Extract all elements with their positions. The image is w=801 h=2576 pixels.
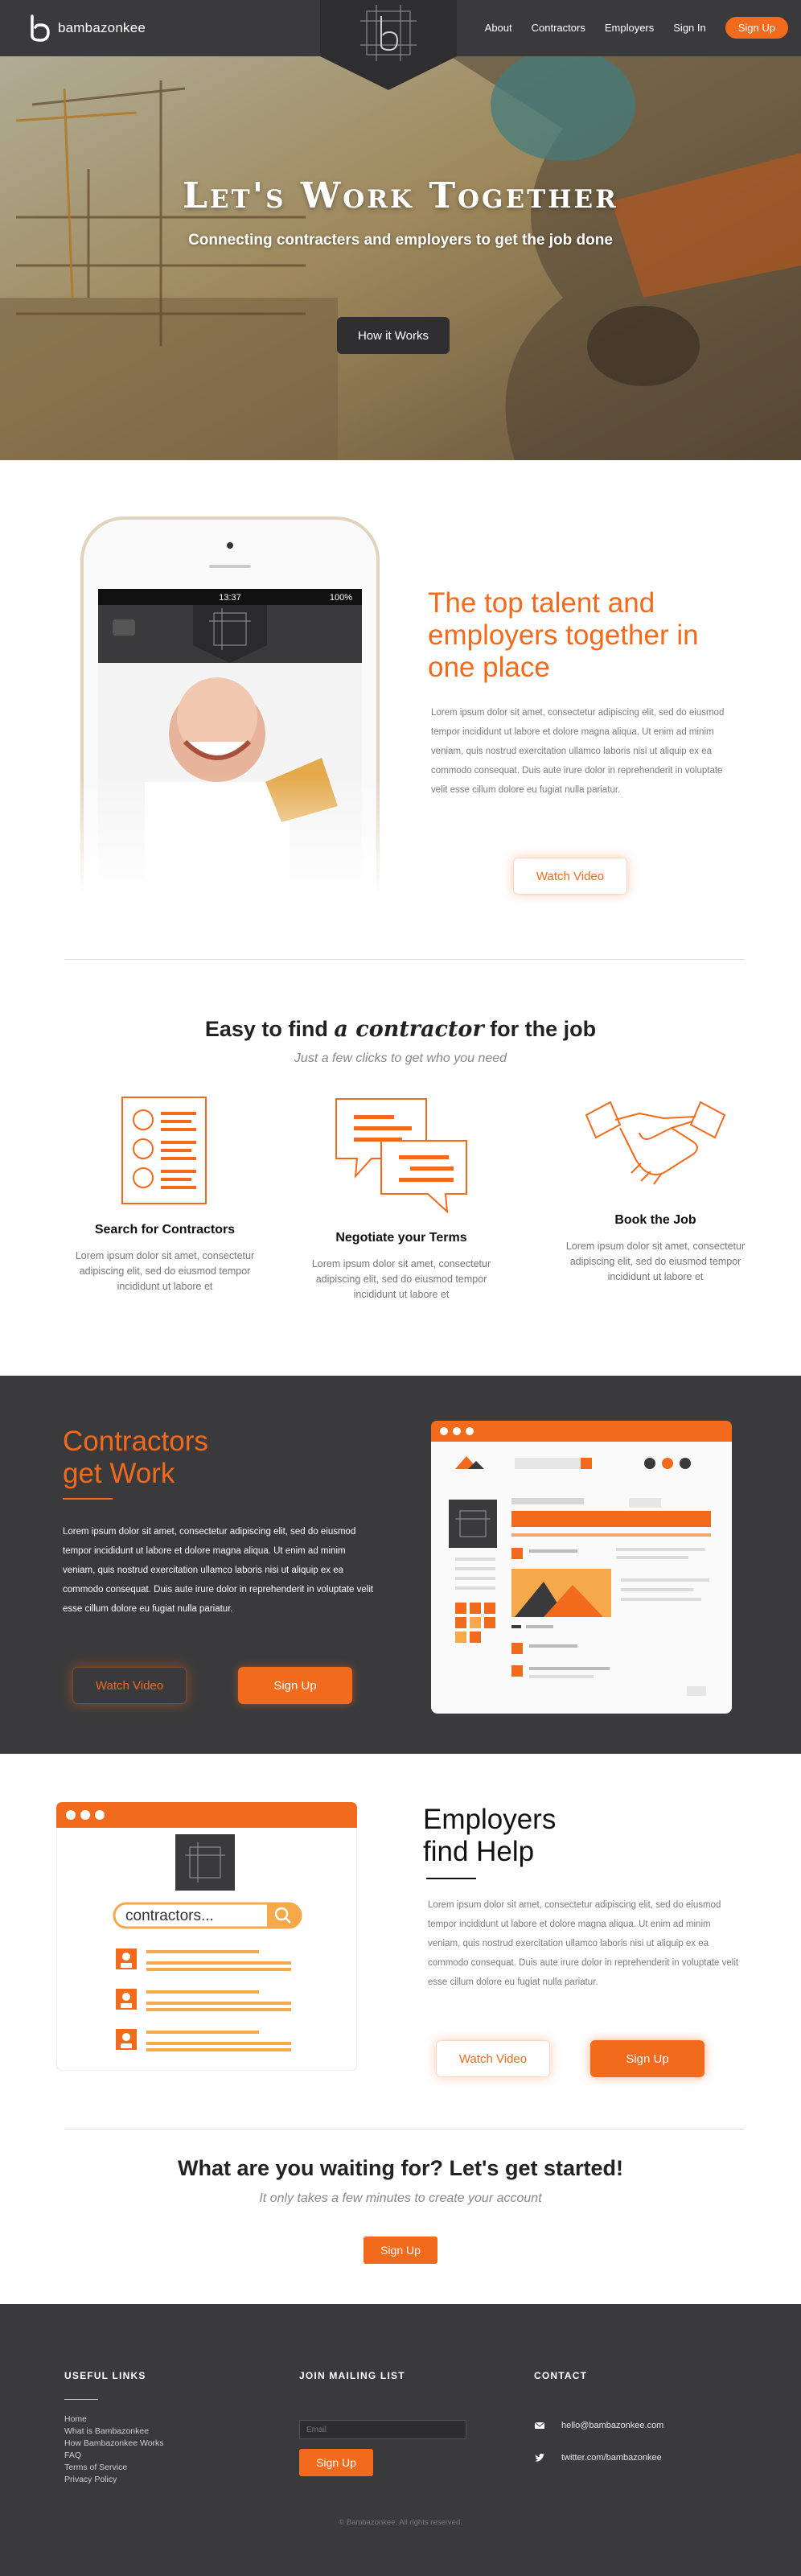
employers-title: Employers find Help — [423, 1804, 557, 1867]
feature-book-body: Lorem ipsum dolor sit amet, consectetur … — [565, 1241, 746, 1282]
contractors-title-underline — [63, 1498, 113, 1500]
section-divider — [64, 2129, 745, 2130]
hero-title: Let's Work Together — [183, 175, 618, 216]
footer-link-faq[interactable]: FAQ — [64, 2450, 164, 2462]
svg-text:contractors...: contractors... — [125, 1907, 214, 1924]
envelope-icon — [534, 2420, 545, 2431]
contractors-watch-video-button[interactable]: Watch Video — [72, 1667, 187, 1704]
top-nav: bambazonkee About Contractors Employers … — [0, 0, 801, 90]
phone-mockup-image: 13:37 100% — [80, 516, 380, 896]
dashboard-illustration — [431, 1421, 732, 1714]
cta-subtitle: It only takes a few minutes to create yo… — [259, 2191, 542, 2205]
mailing-email-input[interactable] — [299, 2420, 466, 2439]
contractors-title: Contractors get Work — [63, 1426, 208, 1489]
svg-text:100%: 100% — [330, 593, 352, 603]
employers-signup-button[interactable]: Sign Up — [590, 2040, 704, 2077]
logo-b-icon — [31, 14, 50, 42]
useful-links-underline — [64, 2399, 98, 2400]
employers-body: Lorem ipsum dolor sit amet, consectetur … — [428, 1900, 739, 1987]
top-talent-body: Lorem ipsum dolor sit amet, consectetur … — [431, 708, 725, 795]
blueprint-badge-icon — [320, 0, 457, 90]
easy-find-subtitle: Just a few clicks to get who you need — [294, 1051, 507, 1065]
footer-link-home[interactable]: Home — [64, 2413, 164, 2426]
profile-list-icon — [121, 1097, 207, 1204]
nav-contractors-link[interactable]: Contractors — [532, 22, 585, 34]
nav-links: About Contractors Employers Sign In Sign… — [485, 17, 788, 39]
footer-link-what-is[interactable]: What is Bambazonkee — [64, 2426, 164, 2438]
nav-signin-link[interactable]: Sign In — [673, 22, 705, 34]
feature-book-title: Book the Job — [614, 1213, 696, 1227]
contact-twitter-text: twitter.com/bambazonkee — [561, 2453, 662, 2463]
mailing-list-heading: JOIN MAILING LIST — [299, 2370, 405, 2381]
chat-bubbles-icon — [335, 1098, 467, 1213]
feature-negotiate-body: Lorem ipsum dolor sit amet, consectetur … — [311, 1258, 491, 1300]
easy-find-title: Easy to find a contractor for the job — [204, 1017, 597, 1042]
twitter-icon — [534, 2452, 545, 2463]
feature-book: Book the Job Lorem ipsum dolor sit amet,… — [547, 1096, 764, 1285]
feature-search-title: Search for Contractors — [94, 1223, 236, 1237]
footer: USEFUL LINKS Home What is Bambazonkee Ho… — [0, 2304, 801, 2576]
hero-section: Let's Work Together Connecting contracte… — [0, 56, 801, 460]
contractors-signup-button[interactable]: Sign Up — [238, 1667, 352, 1704]
useful-links-heading: USEFUL LINKS — [64, 2370, 146, 2381]
contractors-section: Contractors get Work Lorem ipsum dolor si… — [0, 1376, 801, 1754]
footer-link-privacy[interactable]: Privacy Policy — [64, 2474, 164, 2486]
contact-email[interactable]: hello@bambazonkee.com — [534, 2420, 663, 2431]
nav-employers-link[interactable]: Employers — [605, 22, 654, 34]
hero-background-image — [0, 56, 801, 460]
cta-title: What are you waiting for? Let's get star… — [178, 2156, 623, 2180]
feature-negotiate: Negotiate your Terms Lorem ipsum dolor s… — [293, 1096, 510, 1302]
hero-subtitle: Connecting contracters and employers to … — [188, 232, 613, 249]
footer-link-terms[interactable]: Terms of Service — [64, 2462, 164, 2474]
nav-signup-button[interactable]: Sign Up — [725, 17, 788, 39]
nav-about-link[interactable]: About — [485, 22, 512, 34]
copyright: © Bambazonkee. All rights reserved. — [339, 2518, 462, 2527]
top-talent-section: 13:37 100% The top talent and employers … — [0, 460, 801, 959]
feature-search-body: Lorem ipsum dolor sit amet, consectetur … — [75, 1250, 255, 1292]
footer-link-how-works[interactable]: How Bambazonkee Works — [64, 2438, 164, 2450]
top-talent-title: The top talent and employers together in… — [428, 587, 699, 683]
brand-logo[interactable]: bambazonkee — [29, 14, 146, 42]
contact-email-text: hello@bambazonkee.com — [561, 2421, 664, 2430]
svg-text:13:37: 13:37 — [219, 593, 241, 603]
employer-search-illustration: contractors... — [56, 1802, 357, 2071]
handshake-icon — [585, 1101, 725, 1185]
watch-video-button[interactable]: Watch Video — [513, 858, 627, 895]
feature-negotiate-title: Negotiate your Terms — [335, 1231, 467, 1245]
contractors-body: Lorem ipsum dolor sit amet, consectetur … — [63, 1527, 374, 1614]
employers-watch-video-button[interactable]: Watch Video — [436, 2040, 550, 2077]
feature-search: Search for Contractors Lorem ipsum dolor… — [56, 1096, 273, 1294]
contact-twitter[interactable]: twitter.com/bambazonkee — [534, 2452, 662, 2463]
how-it-works-button[interactable]: How it Works — [337, 317, 450, 354]
useful-links-list: Home What is Bambazonkee How Bambazonkee… — [64, 2413, 164, 2486]
brand-name: bambazonkee — [58, 20, 146, 35]
contact-heading: CONTACT — [534, 2370, 588, 2381]
cta-signup-button[interactable]: Sign Up — [364, 2237, 437, 2264]
section-divider — [64, 959, 745, 960]
employers-title-underline — [426, 1878, 476, 1879]
mailing-signup-button[interactable]: Sign Up — [299, 2449, 373, 2476]
